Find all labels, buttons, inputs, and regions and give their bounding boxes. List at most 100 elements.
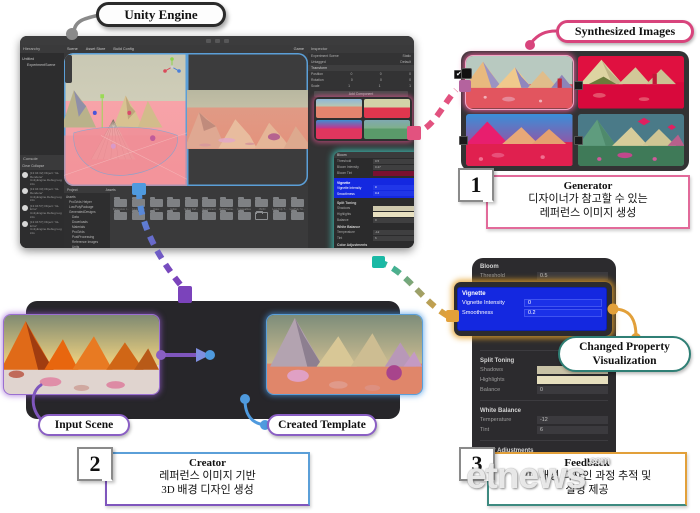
pp-bloom-tint-swatch[interactable] xyxy=(373,170,414,176)
folder-item[interactable] xyxy=(201,210,217,220)
fb-threshold-value[interactable]: 0.5 xyxy=(537,272,608,280)
scene-tabbar[interactable]: Scene Asset Store Build Config Game xyxy=(64,45,308,53)
folder-item[interactable] xyxy=(236,210,252,220)
folder-item[interactable]: Editor Def... xyxy=(184,197,200,211)
pp-bloom-intensity-value[interactable]: 0.27 xyxy=(373,164,414,170)
position-x[interactable]: 0 xyxy=(350,72,352,76)
scene-view-gizmo[interactable] xyxy=(162,57,182,77)
project-tree-item[interactable]: Units xyxy=(66,245,108,248)
project-asset-grid[interactable]: Reference I... Connection Data Editor Ed… xyxy=(110,193,308,248)
folder-item[interactable]: Connection xyxy=(131,197,147,211)
project-browser[interactable]: Project Assets Assets ProGrids Helper Lo… xyxy=(64,186,308,248)
fb-balance-value[interactable]: 0 xyxy=(537,386,608,394)
tab-game[interactable]: Game xyxy=(294,47,304,51)
tab-build-config[interactable]: Build Config xyxy=(113,47,133,51)
folder-item[interactable] xyxy=(148,210,164,220)
console-toolbar[interactable]: Clear Collapse xyxy=(20,163,64,170)
folder-item[interactable]: LowPoly St... xyxy=(289,197,305,211)
game-view[interactable] xyxy=(187,53,308,186)
project-tree[interactable]: Assets ProGrids Helper LowPolyPackage Ge… xyxy=(64,193,110,248)
pp-contrast-value[interactable]: -30 xyxy=(373,247,414,248)
folder-item[interactable]: HDRPDefau... xyxy=(219,197,234,211)
console-log-row[interactable]: [13:04:33] Object: 'GL Renderer' UnityEn… xyxy=(20,186,64,202)
thumbnail-2[interactable] xyxy=(364,99,410,118)
folder-item[interactable] xyxy=(272,210,288,220)
folder-item[interactable]: Low Poly T... xyxy=(272,197,288,211)
rotation-x[interactable]: 0 xyxy=(351,78,353,82)
transform-scale-row[interactable]: Scale 1 1 1 xyxy=(308,83,414,89)
pp-threshold-value[interactable]: 0.5 xyxy=(373,158,414,164)
hierarchy-panel[interactable]: Hierarchy Untitled ExperimentScene xyxy=(20,45,64,155)
folder-item[interactable]: Editor xyxy=(166,197,182,211)
rotation-z[interactable]: 0 xyxy=(409,78,411,82)
inspector-tag-value[interactable]: Untagged xyxy=(311,60,326,64)
fb-temperature-row[interactable]: Temperature -12 xyxy=(480,416,608,424)
console-panel[interactable]: Console Clear Collapse [13:04:32] Object… xyxy=(20,155,64,248)
folder-item[interactable]: Data xyxy=(148,197,164,211)
generated-thumbnails-strip[interactable] xyxy=(314,97,412,141)
folder-item[interactable] xyxy=(113,210,129,220)
pp-temperature-value[interactable]: -12 xyxy=(373,229,414,235)
synthesized-image-3[interactable] xyxy=(466,113,573,166)
folder-item[interactable]: Experiment xyxy=(201,197,217,211)
generator-marker-checkbox[interactable] xyxy=(461,68,472,79)
pp-vignette-group[interactable]: Vignette Vignette Intensity 0 Smoothness… xyxy=(334,177,414,198)
fb-tint-value[interactable]: 6 xyxy=(537,426,608,434)
vignette-smoothness-value[interactable]: 0.2 xyxy=(524,309,602,317)
input-scene-image[interactable] xyxy=(3,314,160,395)
fb-balance-row[interactable]: Balance 0 xyxy=(480,386,608,394)
thumbnail-4[interactable] xyxy=(364,120,410,139)
vignette-smoothness-row[interactable]: Smoothness 0.2 xyxy=(462,309,602,317)
vignette-intensity-value[interactable]: 0 xyxy=(524,299,602,307)
image-checkbox-3[interactable] xyxy=(459,136,468,145)
tab-scene[interactable]: Scene xyxy=(67,47,78,51)
scene-tools-toolbar[interactable] xyxy=(65,55,72,83)
scale-x[interactable]: 1 xyxy=(348,84,350,88)
pp-shadows-swatch[interactable] xyxy=(373,205,414,211)
hierarchy-item[interactable]: ExperimentScene xyxy=(22,62,62,68)
console-log-row[interactable]: [13:04:32] Object: 'GL Renderer' UnityEn… xyxy=(20,170,64,186)
unity-inspector-column[interactable]: Inspector Experiment Scene Static Untagg… xyxy=(308,45,414,248)
scale-z[interactable]: 1 xyxy=(409,84,411,88)
synthesized-image-2[interactable] xyxy=(577,56,684,109)
folder-item[interactable]: Reference I... xyxy=(113,197,129,211)
vignette-highlighted-group[interactable]: Vignette Vignette Intensity 0 Smoothness… xyxy=(458,288,606,330)
folder-item[interactable] xyxy=(219,210,235,220)
folder-item[interactable] xyxy=(166,210,182,220)
position-y[interactable]: 0 xyxy=(380,72,382,76)
pp-bloom-tint-row[interactable]: Bloom Tint xyxy=(334,170,414,176)
tab-asset-store[interactable]: Asset Store xyxy=(86,47,106,51)
thumbnail-3[interactable] xyxy=(316,120,362,139)
image-checkbox-2[interactable] xyxy=(574,81,583,90)
scene-view[interactable] xyxy=(64,53,188,186)
pp-smoothness-value[interactable]: 0.2 xyxy=(373,191,414,196)
pp-smoothness-row[interactable]: Smoothness 0.2 xyxy=(334,191,414,197)
generator-image-grid[interactable] xyxy=(454,51,689,171)
fb-tint-row[interactable]: Tint 6 xyxy=(480,426,608,434)
post-process-inspector[interactable]: Bloom Threshold 0.5 Bloom Intensity 0.27… xyxy=(334,152,414,248)
fb-temperature-value[interactable]: -12 xyxy=(537,416,608,424)
pp-contrast-row[interactable]: Contrast -30 xyxy=(334,247,414,248)
console-log-row[interactable]: [13:04:57] Object: 'GL Error' UnityEngin… xyxy=(20,203,64,219)
rotation-y[interactable]: 0 xyxy=(380,78,382,82)
folder-item[interactable]: JSON xyxy=(254,197,270,211)
fb-highlights-row[interactable]: Highlights xyxy=(480,376,608,384)
inspector-layer-value[interactable]: Default xyxy=(400,60,411,64)
pp-highlights-swatch[interactable] xyxy=(373,211,414,217)
folder-item[interactable]: Imageables xyxy=(236,197,252,211)
image-checkbox-4[interactable] xyxy=(574,136,583,145)
unity-center-area[interactable]: Scene Asset Store Build Config Game xyxy=(64,45,308,186)
thumbnail-1[interactable] xyxy=(316,99,362,118)
unity-editor-window[interactable]: Hierarchy Untitled ExperimentScene Conso… xyxy=(20,36,414,248)
folder-item[interactable] xyxy=(131,210,147,220)
folder-item[interactable] xyxy=(289,210,305,220)
created-template-image[interactable] xyxy=(266,314,423,395)
console-clear-button[interactable]: Clear xyxy=(22,164,30,168)
scale-y[interactable]: 1 xyxy=(379,84,381,88)
vignette-intensity-row[interactable]: Vignette Intensity 0 xyxy=(462,299,602,307)
fb-threshold-row[interactable]: Threshold 0.5 xyxy=(480,272,608,280)
assets-breadcrumb[interactable]: Assets xyxy=(106,188,116,192)
position-z[interactable]: 0 xyxy=(409,72,411,76)
pp-vignette-intensity-value[interactable]: 0 xyxy=(373,185,414,190)
inspector-static-toggle[interactable]: Static xyxy=(403,54,411,58)
